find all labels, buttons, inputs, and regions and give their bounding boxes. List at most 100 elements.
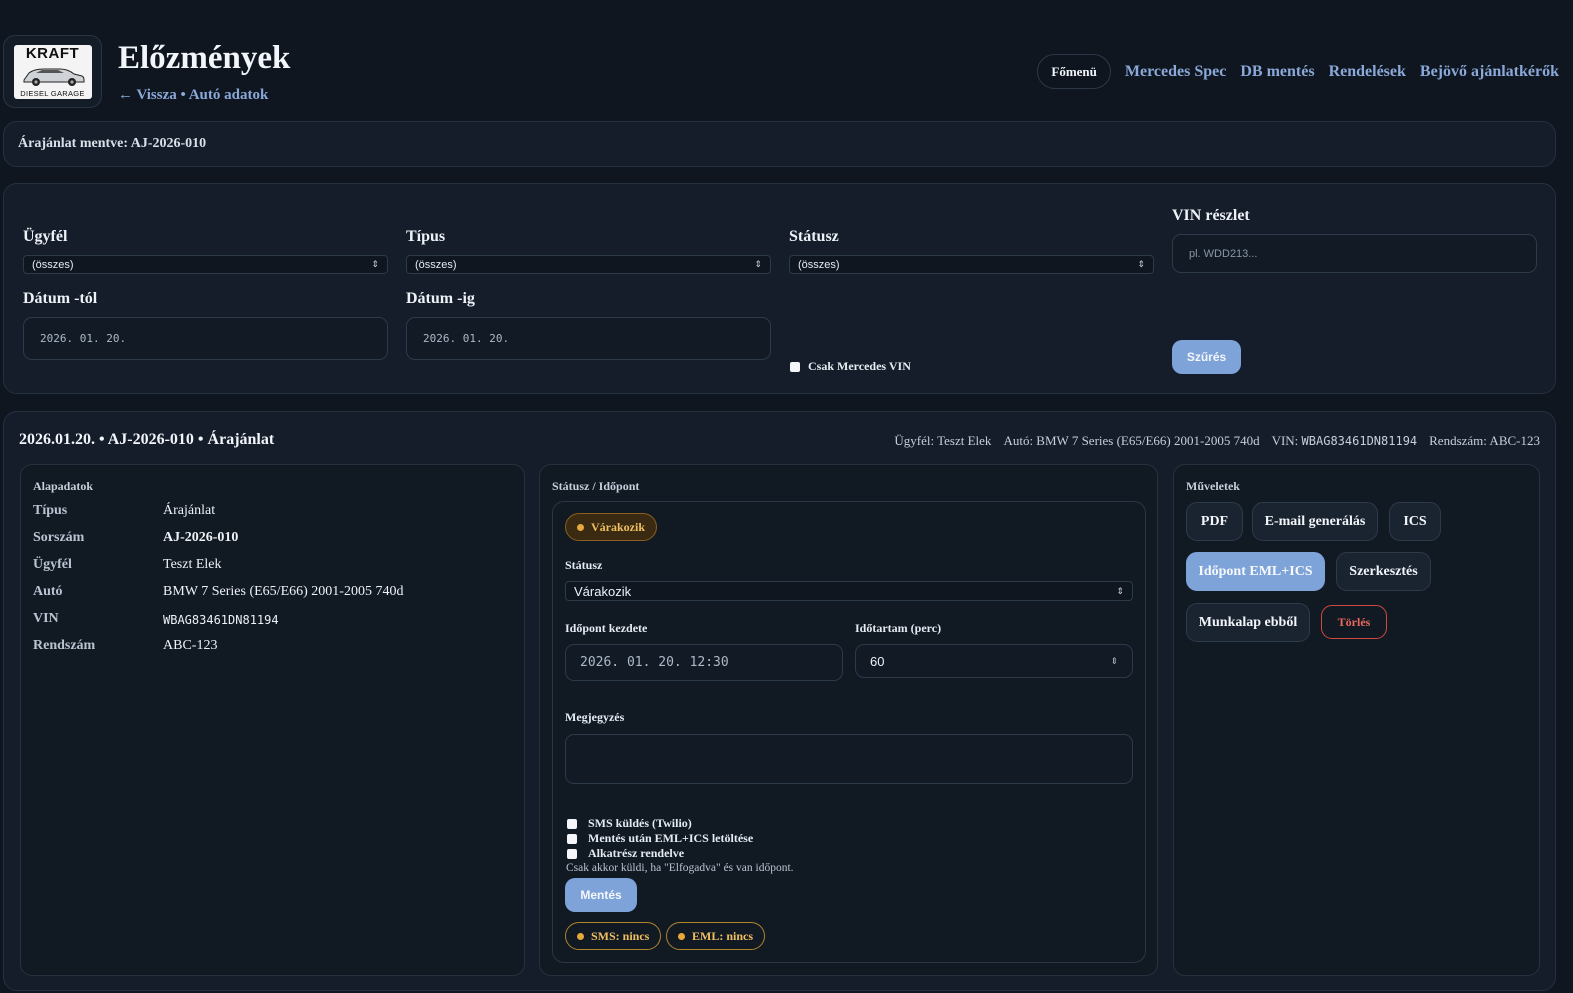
stepper-arrows-icon[interactable]: ⇕ bbox=[1110, 656, 1118, 666]
appointment-eml-ics-button[interactable]: Időpont EML+ICS bbox=[1186, 552, 1325, 591]
customer-filter-select[interactable]: (összes) ⇕ bbox=[23, 255, 388, 274]
eml-status-dot-icon bbox=[678, 932, 685, 940]
status-filter-value: (összes) bbox=[798, 258, 840, 271]
date-to-input[interactable]: 2026. 01. 20. bbox=[406, 317, 771, 360]
sms-status-label: SMS: nincs bbox=[591, 928, 650, 943]
logo: KRAFT DIESEL GARAGE bbox=[3, 35, 102, 108]
back-link[interactable]: ← Vissza bbox=[118, 87, 177, 103]
meta-customer: Ügyfél: Teszt Elek bbox=[894, 433, 992, 448]
date-to-value: 2026. 01. 20. bbox=[423, 332, 510, 345]
basics-row: Típus Árajánlat bbox=[33, 503, 215, 519]
logo-top-text: KRAFT bbox=[25, 44, 80, 62]
date-to-label: Dátum -ig bbox=[406, 290, 475, 307]
basics-value: WBAG83461DN81194 bbox=[163, 613, 279, 627]
vin-filter-placeholder: pl. WDD213... bbox=[1189, 247, 1258, 260]
basics-key: Sorszám bbox=[33, 530, 85, 545]
basics-key: Rendszám bbox=[33, 638, 96, 653]
filter-button[interactable]: Szűrés bbox=[1172, 340, 1241, 374]
vin-filter-input[interactable]: pl. WDD213... bbox=[1172, 234, 1537, 273]
customer-filter-value: (összes) bbox=[32, 258, 74, 271]
main-menu-button[interactable]: Főmenü bbox=[1037, 54, 1111, 89]
breadcrumb: ← Vissza • Autó adatok bbox=[118, 87, 268, 104]
status-filter-label: Státusz bbox=[789, 228, 839, 245]
basics-row: Autó BMW 7 Series (E65/E66) 2001-2005 74… bbox=[33, 584, 403, 600]
basics-key: Ügyfél bbox=[33, 557, 72, 572]
record-card: 2026.01.20. • AJ-2026-010 • Árajánlat Üg… bbox=[3, 411, 1556, 991]
select-arrows-icon: ⇕ bbox=[371, 259, 379, 269]
parts-ordered-checkbox[interactable]: Alkatrész rendelve bbox=[567, 846, 684, 861]
pdf-button[interactable]: PDF bbox=[1186, 502, 1243, 541]
actions-title: Műveletek bbox=[1186, 479, 1240, 493]
date-from-value: 2026. 01. 20. bbox=[40, 332, 127, 345]
filter-panel: Ügyfél (összes) ⇕ Típus (összes) ⇕ Státu… bbox=[3, 183, 1556, 394]
start-time-input[interactable]: 2026. 01. 20. 12:30 bbox=[565, 644, 843, 681]
basics-value: Árajánlat bbox=[163, 503, 216, 518]
basics-title: Alapadatok bbox=[33, 479, 94, 493]
basics-value: AJ-2026-010 bbox=[163, 530, 239, 545]
delete-button[interactable]: Törlés bbox=[1321, 605, 1387, 639]
type-filter-select[interactable]: (összes) ⇕ bbox=[406, 255, 771, 274]
mercedes-only-label: Csak Mercedes VIN bbox=[808, 359, 911, 373]
sms-status-dot-icon bbox=[577, 932, 584, 940]
send-hint: Csak akkor küldi, ha "Elfogadva" és van … bbox=[566, 862, 794, 874]
basics-row: Ügyfél Teszt Elek bbox=[33, 557, 222, 573]
basics-row: VIN WBAG83461DN81194 bbox=[33, 611, 279, 627]
meta-plate: Rendszám: ABC-123 bbox=[1429, 433, 1540, 448]
status-label: Státusz bbox=[565, 558, 603, 572]
save-button[interactable]: Mentés bbox=[565, 878, 637, 912]
logo-bottom-text: DIESEL GARAGE bbox=[20, 88, 85, 98]
orders-link[interactable]: Rendelések bbox=[1329, 63, 1406, 81]
page-title: Előzmények bbox=[118, 40, 291, 76]
start-time-value: 2026. 01. 20. 12:30 bbox=[580, 655, 729, 670]
meta-vin: VIN: WBAG83461DN81194 bbox=[1272, 433, 1418, 449]
record-meta: Ügyfél: Teszt Elek Autó: BMW 7 Series (E… bbox=[894, 433, 1540, 449]
edit-button[interactable]: Szerkesztés bbox=[1336, 552, 1431, 591]
checkbox-box[interactable] bbox=[567, 818, 577, 829]
mercedes-spec-link[interactable]: Mercedes Spec bbox=[1125, 63, 1226, 81]
eml-status-label: EML: nincs bbox=[692, 928, 754, 943]
date-from-label: Dátum -tól bbox=[23, 290, 98, 307]
start-time-label: Időpont kezdete bbox=[565, 621, 648, 635]
select-arrows-icon: ⇕ bbox=[754, 259, 762, 269]
status-select[interactable]: Várakozik ⇕ bbox=[565, 581, 1133, 601]
worksheet-button[interactable]: Munkalap ebből bbox=[1186, 603, 1310, 642]
status-badge: Várakozik bbox=[565, 513, 657, 541]
checkbox-box[interactable] bbox=[790, 361, 800, 372]
eml-ics-download-checkbox[interactable]: Mentés után EML+ICS letöltése bbox=[567, 831, 753, 846]
mercedes-only-checkbox[interactable]: Csak Mercedes VIN bbox=[790, 359, 911, 374]
eml-ics-download-label: Mentés után EML+ICS letöltése bbox=[588, 831, 754, 845]
top-navigation: Főmenü Mercedes Spec DB mentés Rendelése… bbox=[1037, 54, 1559, 89]
ics-button[interactable]: ICS bbox=[1389, 502, 1441, 541]
basics-row: Rendszám ABC-123 bbox=[33, 638, 217, 654]
checkbox-box[interactable] bbox=[567, 848, 577, 859]
car-data-link[interactable]: Autó adatok bbox=[189, 87, 269, 103]
status-filter-select[interactable]: (összes) ⇕ bbox=[789, 255, 1154, 274]
duration-value: 60 bbox=[870, 653, 885, 669]
email-generate-button[interactable]: E-mail generálás bbox=[1252, 502, 1378, 541]
record-title: 2026.01.20. • AJ-2026-010 • Árajánlat bbox=[19, 431, 275, 448]
type-filter-value: (összes) bbox=[415, 258, 457, 271]
sms-send-checkbox[interactable]: SMS küldés (Twilio) bbox=[567, 816, 692, 831]
status-badge-label: Várakozik bbox=[591, 519, 645, 534]
db-save-link[interactable]: DB mentés bbox=[1240, 63, 1314, 81]
status-dot-icon bbox=[577, 523, 584, 531]
select-arrows-icon: ⇕ bbox=[1116, 585, 1124, 596]
basics-key: VIN bbox=[33, 611, 59, 626]
basics-panel: Alapadatok Típus Árajánlat Sorszám AJ-20… bbox=[20, 464, 525, 976]
basics-value: ABC-123 bbox=[163, 638, 218, 653]
basics-key: Típus bbox=[33, 503, 68, 518]
select-arrows-icon: ⇕ bbox=[1137, 259, 1145, 269]
date-from-input[interactable]: 2026. 01. 20. bbox=[23, 317, 388, 360]
checkbox-box[interactable] bbox=[567, 833, 577, 844]
duration-label: Időtartam (perc) bbox=[855, 621, 942, 635]
save-notice-text: Árajánlat mentve: AJ-2026-010 bbox=[18, 136, 207, 151]
actions-panel: Műveletek PDF E-mail generálás ICS Időpo… bbox=[1173, 464, 1540, 976]
customer-filter-label: Ügyfél bbox=[23, 228, 68, 245]
incoming-requests-link[interactable]: Bejövő ajánlatkérők bbox=[1420, 63, 1559, 81]
duration-input[interactable]: 60 ⇕ bbox=[855, 644, 1133, 678]
status-panel-title: Státusz / Időpont bbox=[552, 479, 640, 493]
basics-value: BMW 7 Series (E65/E66) 2001-2005 740d bbox=[163, 584, 404, 599]
note-textarea[interactable] bbox=[565, 734, 1133, 784]
eml-status-badge: EML: nincs bbox=[666, 922, 766, 950]
vin-filter-label: VIN részlet bbox=[1172, 207, 1250, 224]
